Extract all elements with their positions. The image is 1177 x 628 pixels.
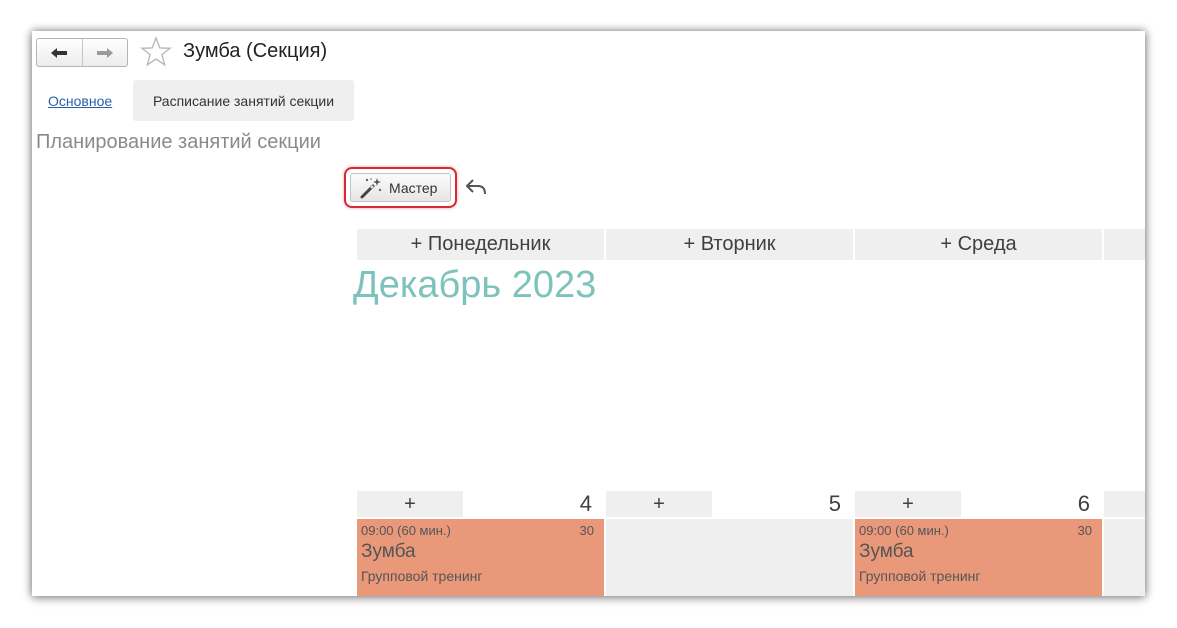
add-lesson-button[interactable]: + bbox=[606, 491, 712, 517]
day-number: 6 bbox=[1077, 491, 1090, 516]
lesson-type: Групповой тренинг bbox=[859, 568, 981, 584]
lesson-name: Зумба bbox=[859, 541, 914, 562]
master-button[interactable]: Мастер bbox=[350, 173, 451, 202]
day-cell-partial[interactable] bbox=[1104, 519, 1145, 596]
lesson-name: Зумба bbox=[361, 541, 416, 562]
lesson-type: Групповой тренинг bbox=[361, 568, 483, 584]
master-button-highlight: Мастер bbox=[344, 167, 457, 208]
undo-icon[interactable] bbox=[465, 176, 487, 198]
history-nav bbox=[36, 38, 128, 67]
tab-main[interactable]: Основное bbox=[48, 93, 112, 109]
magic-wand-icon bbox=[360, 177, 382, 198]
favorite-star-icon[interactable] bbox=[140, 36, 172, 68]
lesson-time: 09:00 (60 мин.) bbox=[859, 523, 949, 538]
form-title: Зумба (Секция) bbox=[183, 40, 328, 62]
day-number: 5 bbox=[828, 491, 841, 516]
lesson-card[interactable]: 09:00 (60 мин.) 30 Зумба Групповой трени… bbox=[357, 519, 604, 596]
day-header-thursday-partial[interactable] bbox=[1104, 229, 1145, 260]
add-lesson-button[interactable]: + bbox=[357, 491, 463, 517]
arrow-right-icon bbox=[96, 47, 113, 58]
lesson-time: 09:00 (60 мин.) bbox=[361, 523, 451, 538]
tab-schedule[interactable]: Расписание занятий секции bbox=[133, 80, 354, 121]
day-header-wednesday[interactable]: + Среда bbox=[855, 229, 1102, 260]
master-button-label: Мастер bbox=[389, 179, 438, 196]
lesson-capacity: 30 bbox=[1077, 523, 1092, 538]
back-button[interactable] bbox=[37, 39, 82, 66]
day-header-tuesday[interactable]: + Вторник bbox=[606, 229, 853, 260]
month-title: Декабрь 2023 bbox=[353, 264, 597, 306]
lesson-card[interactable]: 09:00 (60 мин.) 30 Зумба Групповой трени… bbox=[855, 519, 1102, 596]
add-lesson-button-partial[interactable] bbox=[1104, 491, 1145, 517]
section-title: Планирование занятий секции bbox=[36, 131, 321, 153]
arrow-left-icon bbox=[51, 47, 68, 58]
forward-button[interactable] bbox=[81, 39, 128, 66]
day-header-monday[interactable]: + Понедельник bbox=[357, 229, 604, 260]
add-lesson-button[interactable]: + bbox=[855, 491, 961, 517]
day-number: 4 bbox=[579, 491, 592, 516]
day-cell-empty[interactable] bbox=[606, 519, 853, 596]
form-window: Зумба (Секция) Основное Расписание занят… bbox=[32, 31, 1145, 596]
lesson-capacity: 30 bbox=[579, 523, 594, 538]
